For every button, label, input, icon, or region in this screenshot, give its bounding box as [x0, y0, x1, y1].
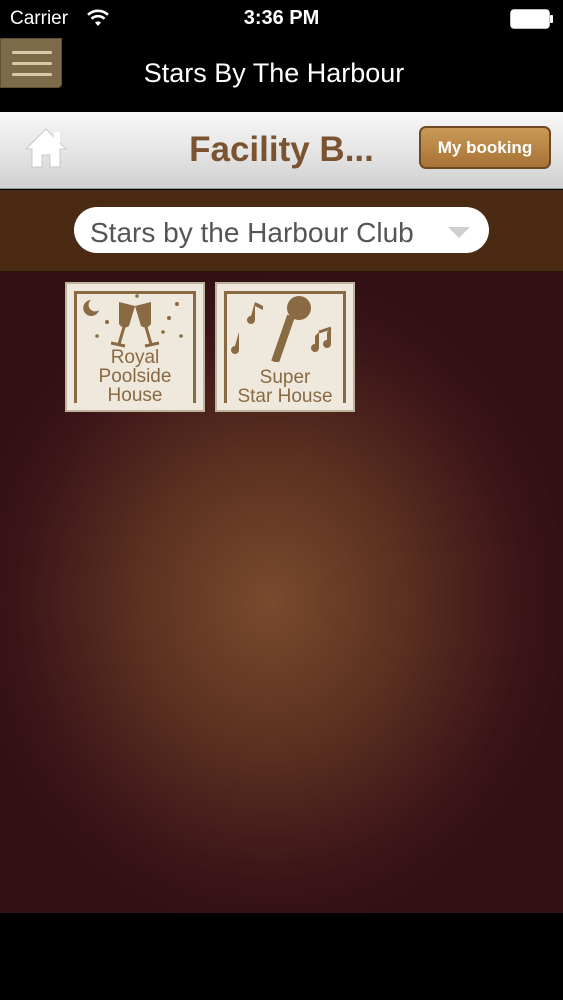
- chevron-down-icon: [448, 227, 470, 238]
- tile-label-line2: Star House: [237, 386, 333, 407]
- tile-label-line3: House: [107, 385, 163, 406]
- club-selector-band: Stars by the Harbour Club: [0, 190, 563, 272]
- tile-label-line1: Royal: [110, 347, 160, 368]
- facility-list: Royal Poolside House Super Star House: [0, 272, 563, 913]
- status-bar: Carrier 3:36 PM: [0, 0, 563, 36]
- tile-label-line1: Super: [259, 367, 311, 388]
- app-title: Stars By The Harbour: [143, 58, 405, 88]
- battery-icon: [510, 9, 553, 29]
- facility-tile-royal-poolside-house[interactable]: Royal Poolside House: [65, 282, 205, 412]
- tile-label-line2: Poolside: [98, 366, 172, 387]
- app-title-bar: Stars By The Harbour: [0, 36, 563, 112]
- microphone-music-icon: [231, 296, 332, 362]
- facility-tile-super-star-house[interactable]: Super Star House: [215, 282, 355, 412]
- clock: 3:36 PM: [243, 7, 320, 29]
- page-header: Facility B... My booking: [0, 112, 563, 189]
- my-booking-button[interactable]: My booking: [419, 126, 551, 169]
- club-select[interactable]: Stars by the Harbour Club: [74, 207, 489, 253]
- bottom-bar: [0, 913, 563, 1000]
- club-select-value: Stars by the Harbour Club: [90, 217, 414, 248]
